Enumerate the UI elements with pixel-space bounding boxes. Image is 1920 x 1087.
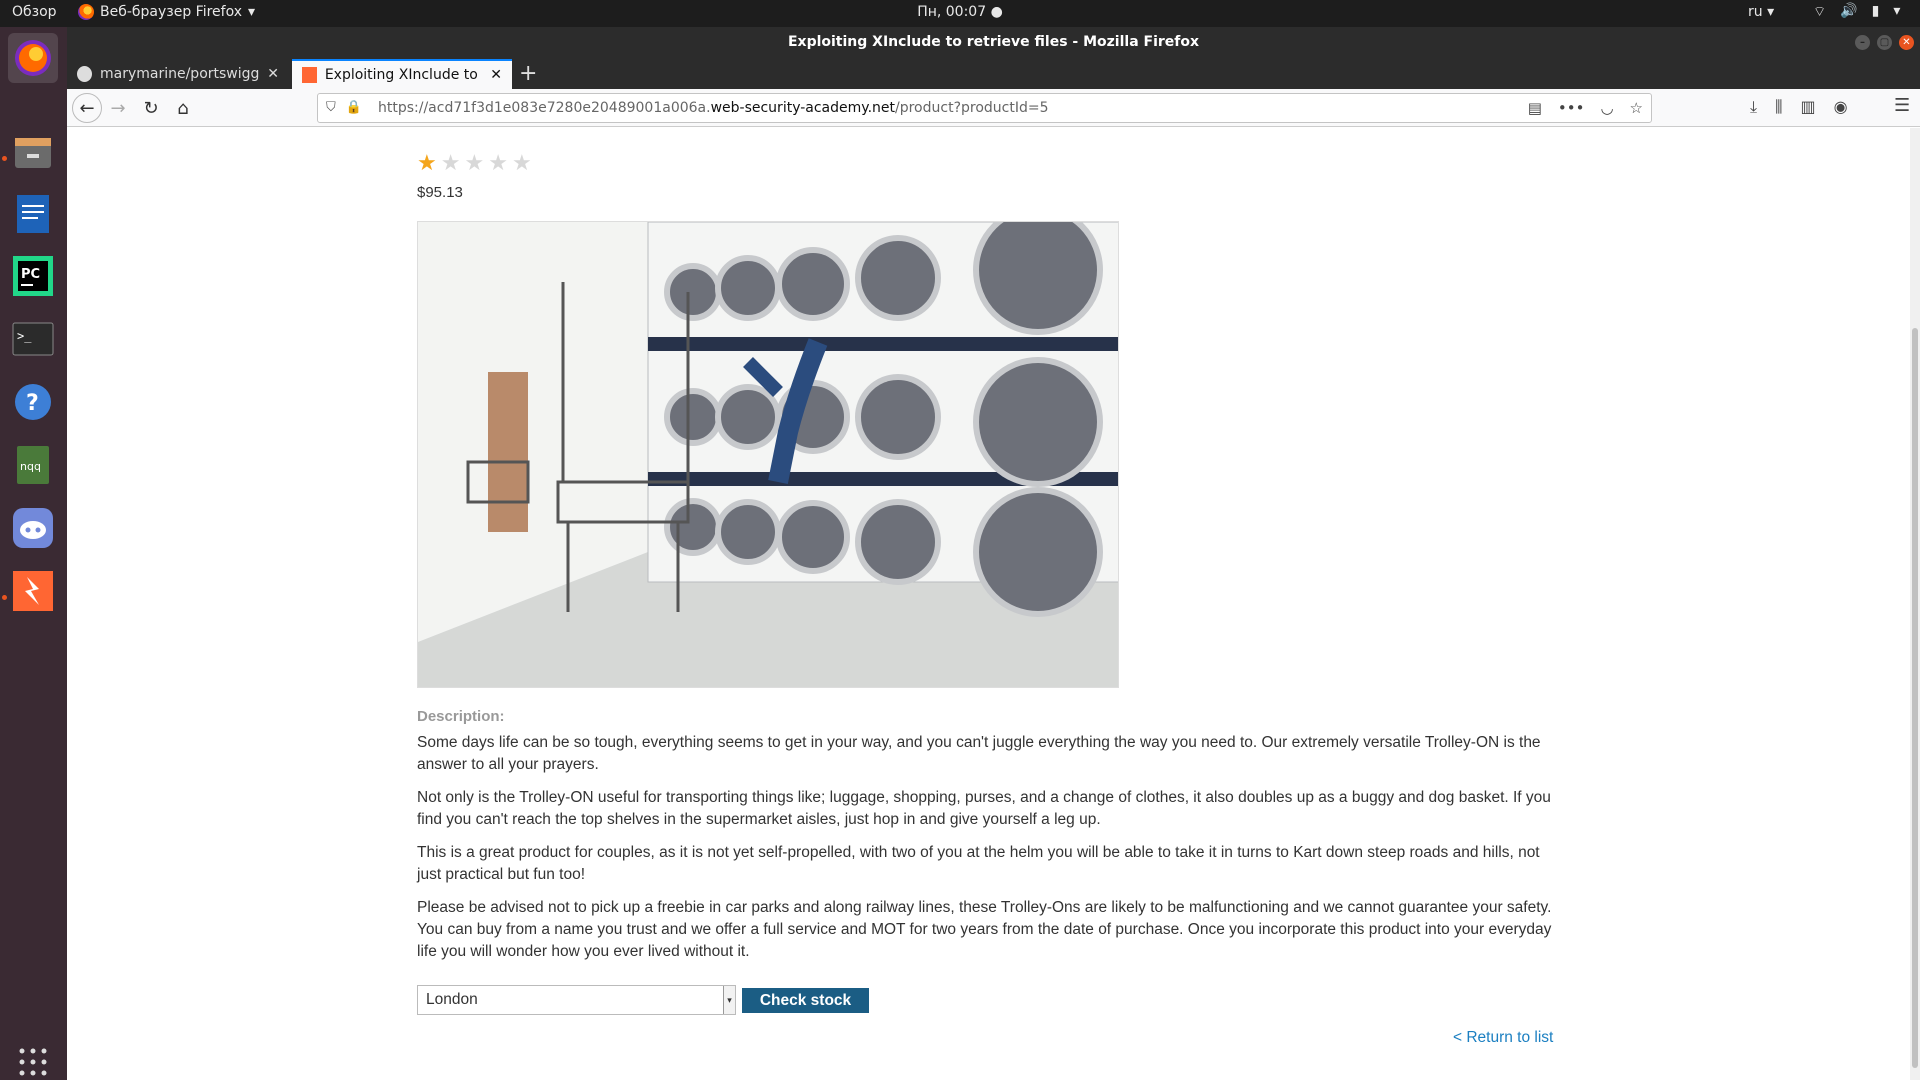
- navigation-toolbar: ← → ↻ ⌂ ⛉ 🔒 https://acd71f3d1e083e7280e2…: [67, 89, 1920, 127]
- url-bar[interactable]: ⛉ 🔒 https://acd71f3d1e083e7280e20489001a…: [317, 93, 1652, 123]
- description-paragraph: Some days life can be so tough, everythi…: [417, 734, 1541, 773]
- downloads-icon[interactable]: ⤓: [1750, 97, 1757, 117]
- firefox-mini-icon: [78, 4, 94, 20]
- scrollbar-thumb[interactable]: [1912, 328, 1918, 1068]
- account-icon[interactable]: ◉: [1834, 97, 1848, 117]
- star-empty-icon: ★: [440, 150, 461, 175]
- tab-label: Exploiting XInclude to re: [324, 67, 483, 83]
- close-tab-icon[interactable]: ✕: [490, 67, 502, 83]
- tab-github[interactable]: marymarine/portswigge ✕: [67, 59, 289, 89]
- chevron-down-icon: ▾: [248, 4, 256, 20]
- store-location-value: London: [426, 991, 478, 1008]
- terminal-icon[interactable]: >_: [8, 314, 58, 364]
- language-label: ru: [1748, 4, 1763, 20]
- reader-view-icon[interactable]: ▤: [1528, 99, 1542, 117]
- page-actions-icon[interactable]: •••: [1558, 99, 1585, 117]
- rating-stars: ★ ★ ★ ★ ★: [417, 150, 532, 176]
- url-prefix: https://acd71f3d1e083e7280e20489001a006a…: [378, 100, 711, 116]
- close-window-button[interactable]: ✕: [1899, 35, 1914, 50]
- tab-label: marymarine/portswigge: [99, 66, 260, 82]
- return-to-list-link[interactable]: < Return to list: [1453, 1029, 1553, 1047]
- pycharm-label: PC: [21, 267, 40, 282]
- url-domain: web-security-academy.net: [710, 100, 895, 116]
- firefox-icon[interactable]: [8, 33, 58, 83]
- hamburger-menu-icon[interactable]: ☰: [1894, 95, 1910, 116]
- description-label: Description:: [417, 708, 505, 725]
- description-paragraph: This is a great product for couples, as …: [417, 844, 1540, 883]
- dropdown-arrow-icon[interactable]: ▾: [723, 986, 735, 1014]
- home-button[interactable]: ⌂: [169, 94, 197, 122]
- notification-dot-icon: ●: [990, 4, 1003, 20]
- discord-icon[interactable]: [8, 503, 58, 553]
- language-indicator[interactable]: ru ▾: [1748, 4, 1774, 20]
- reload-button[interactable]: ↻: [137, 94, 165, 122]
- tab-strip: marymarine/portswigge ✕ Exploiting XIncl…: [67, 59, 1920, 89]
- libreoffice-writer-icon[interactable]: [8, 189, 58, 239]
- maximize-button[interactable]: ▢: [1877, 35, 1892, 50]
- sidebar-icon[interactable]: ▥: [1800, 97, 1815, 117]
- portswigger-icon: [302, 67, 317, 83]
- page-scrollbar[interactable]: [1910, 128, 1920, 1080]
- lock-icon[interactable]: 🔒: [346, 100, 362, 115]
- system-top-bar: Обзор Веб-браузер Firefox ▾ Пн, 00:07 ● …: [0, 0, 1920, 27]
- svg-text:?: ?: [26, 391, 39, 416]
- close-tab-icon[interactable]: ✕: [267, 66, 279, 82]
- star-empty-icon: ★: [488, 150, 508, 175]
- pycharm-icon[interactable]: PC: [8, 251, 58, 301]
- store-location-select[interactable]: London ▾: [417, 985, 736, 1015]
- clock[interactable]: Пн, 00:07: [917, 4, 986, 20]
- app-menu-label: Веб-браузер Firefox: [100, 4, 243, 20]
- minimize-button[interactable]: –: [1855, 35, 1870, 50]
- activities-button[interactable]: Обзор: [12, 4, 57, 20]
- product-description: Some days life can be so tough, everythi…: [417, 732, 1557, 974]
- notes-icon[interactable]: nqq: [8, 440, 58, 490]
- window-title: Exploiting XInclude to retrieve files - …: [787, 34, 1200, 50]
- wifi-icon: ⌔: [1813, 4, 1827, 20]
- back-button[interactable]: ←: [72, 93, 102, 123]
- check-stock-button[interactable]: Check stock: [742, 988, 869, 1013]
- tab-active[interactable]: Exploiting XInclude to re ✕: [292, 59, 512, 89]
- help-icon[interactable]: ?: [8, 377, 58, 427]
- files-icon[interactable]: [8, 127, 58, 177]
- system-tray[interactable]: ⌔ 🔊 ▮ ▾: [1813, 3, 1900, 21]
- star-filled-icon: ★: [417, 150, 437, 175]
- pocket-icon[interactable]: ◡: [1600, 99, 1613, 117]
- window-titlebar: Exploiting XInclude to retrieve files - …: [67, 27, 1920, 59]
- app-menu[interactable]: Веб-браузер Firefox ▾: [78, 4, 255, 20]
- star-empty-icon: ★: [511, 150, 532, 175]
- page-content: ★ ★ ★ ★ ★ $95.13 Description: Some days …: [67, 128, 1920, 1080]
- notes-label: nqq: [20, 460, 41, 473]
- library-icon[interactable]: ⫼: [1775, 97, 1782, 117]
- url-text[interactable]: https://acd71f3d1e083e7280e20489001a006a…: [378, 100, 1049, 116]
- new-tab-button[interactable]: +: [519, 61, 537, 86]
- chevron-down-icon: ▾: [1893, 3, 1901, 19]
- url-path: /product?productId=5: [895, 100, 1049, 116]
- burp-suite-icon[interactable]: [8, 566, 58, 616]
- bookmark-star-icon[interactable]: ☆: [1630, 99, 1643, 117]
- product-image: [417, 221, 1119, 688]
- forward-button[interactable]: →: [104, 94, 132, 122]
- tracking-shield-icon[interactable]: ⛉: [326, 100, 336, 115]
- svg-text:>_: >_: [17, 329, 32, 343]
- description-paragraph: Please be advised not to pick up a freeb…: [417, 899, 1552, 960]
- volume-icon: 🔊: [1840, 3, 1858, 19]
- launcher-dock: PC >_ ? nqq: [0, 27, 67, 1080]
- product-price: $95.13: [417, 184, 463, 201]
- description-paragraph: Not only is the Trolley-ON useful for tr…: [417, 789, 1551, 828]
- github-icon: [77, 66, 92, 82]
- battery-icon: ▮: [1871, 3, 1880, 19]
- star-empty-icon: ★: [464, 150, 485, 175]
